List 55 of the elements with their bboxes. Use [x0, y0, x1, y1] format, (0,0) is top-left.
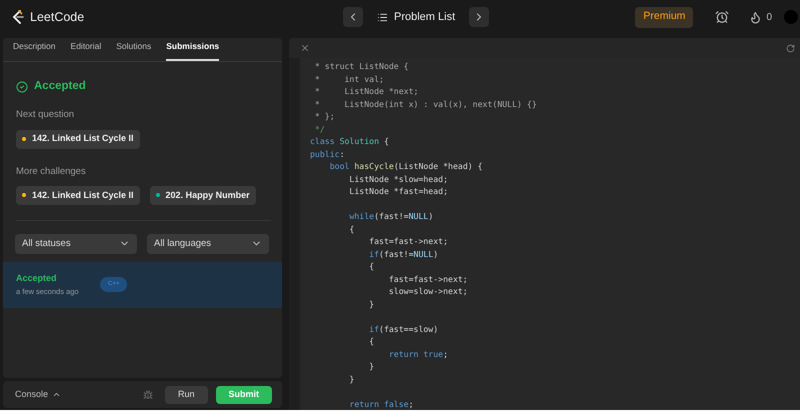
problem-chip[interactable]: 142. Linked List Cycle II: [16, 186, 140, 205]
chevron-up-icon: [52, 390, 62, 399]
previous-button[interactable]: [343, 7, 363, 27]
code-line: if(fast==slow): [368, 322, 438, 335]
tab[interactable]: Solutions: [116, 40, 152, 61]
code-line: * ListNode *next;: [314, 85, 418, 98]
problem-chip[interactable]: 202. Happy Number: [150, 186, 256, 205]
code-line: while(fast!=NULL): [348, 210, 434, 222]
refresh-icon[interactable]: [786, 44, 795, 52]
filter-dropdown[interactable]: All statuses: [15, 234, 137, 254]
list-icon: [377, 12, 388, 22]
code-line: fast=fast->next;: [388, 272, 468, 285]
close-icon[interactable]: [300, 43, 310, 53]
section-heading: More challenges: [16, 164, 87, 178]
tab[interactable]: Description: [13, 40, 56, 61]
code-line: * int val;: [314, 72, 384, 85]
bug-icon[interactable]: [142, 390, 153, 400]
code-line: public:: [310, 148, 345, 160]
filter-dropdown[interactable]: All languages: [147, 234, 269, 254]
code-line: class Solution {: [310, 135, 389, 148]
code-line: }: [368, 298, 374, 310]
submission-status: Accepted: [16, 272, 58, 286]
alarm-clock-icon[interactable]: [715, 10, 730, 24]
code-line: {: [348, 222, 354, 235]
logo-icon: [12, 10, 24, 24]
run-button[interactable]: Run: [164, 386, 208, 404]
check-icon: [16, 80, 28, 93]
code-line: fast=fast->next;: [368, 235, 448, 248]
code-line: }: [368, 360, 374, 372]
flame-icon[interactable]: [749, 10, 762, 24]
code-line: */: [314, 122, 325, 135]
next-button[interactable]: [469, 7, 490, 27]
code-line: {: [368, 335, 374, 348]
brand-name: LeetCode: [30, 8, 84, 26]
tab[interactable]: Editorial: [70, 40, 102, 61]
code-line: }: [348, 372, 354, 385]
problem-list-link[interactable]: Problem List: [394, 8, 456, 26]
code-line: * };: [314, 110, 335, 122]
code-line: ListNode *slow=head;: [348, 172, 448, 185]
code-line: * struct ListNode {: [314, 60, 409, 72]
code-line: if(fast!=NULL): [368, 248, 438, 260]
streak-count: 0: [766, 10, 772, 24]
premium-button[interactable]: Premium: [635, 6, 694, 28]
code-line: {: [368, 260, 374, 272]
console-toggle[interactable]: Console: [15, 388, 62, 402]
tab[interactable]: Submissions: [166, 40, 220, 61]
result-status: Accepted: [34, 79, 86, 94]
code-line: bool hasCycle(ListNode *head) {: [328, 160, 483, 172]
code-line: return false;: [348, 398, 414, 410]
code-line: * ListNode(int x) : val(x), next(NULL) {}: [314, 98, 537, 110]
code-line: slow=slow->next;: [388, 285, 468, 298]
code-line: ListNode *fast=head;: [348, 185, 448, 198]
section-heading: Next question: [16, 108, 76, 122]
problem-chip[interactable]: 142. Linked List Cycle II: [16, 130, 140, 148]
code-line: return true;: [388, 348, 448, 360]
